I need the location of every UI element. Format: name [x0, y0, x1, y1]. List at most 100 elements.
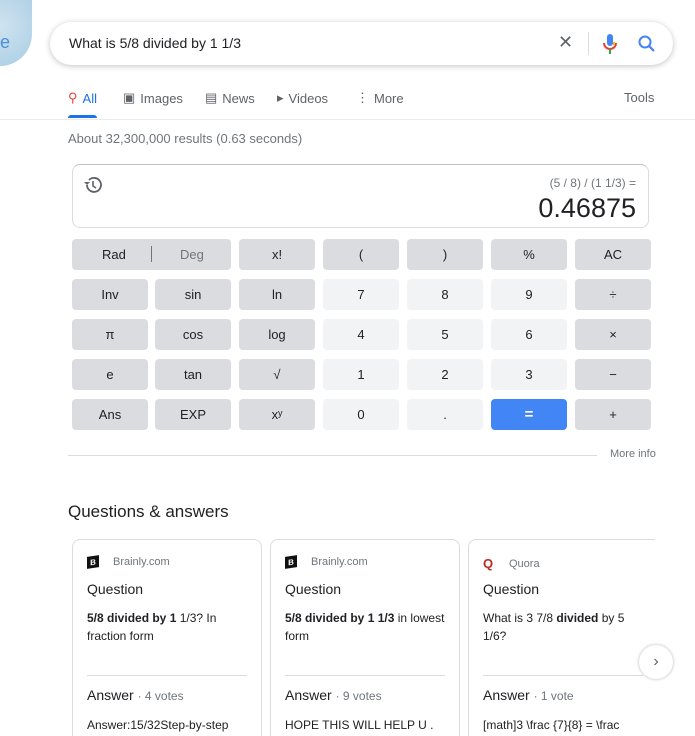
calc-key[interactable]: 2 — [407, 359, 483, 390]
search-icon: ⚲ — [68, 90, 78, 105]
calc-key[interactable]: = — [491, 399, 567, 430]
divider — [588, 32, 589, 55]
calc-key[interactable]: % — [491, 239, 567, 270]
calc-key[interactable]: AC — [575, 239, 651, 270]
search-tabs: ⚲ All ▣ Images ▤ News ▸ Videos ⋮ More Tools — [68, 90, 658, 120]
vote-count: · 4 votes — [137, 689, 184, 703]
section-title: Questions & answers — [68, 502, 229, 521]
source-name: Quora — [509, 557, 540, 570]
doodle-globe[interactable]: e — [0, 0, 32, 66]
question-text: 5/8 divided by 1 1/3? In fraction form — [87, 609, 247, 645]
calc-key[interactable]: EXP — [155, 399, 231, 430]
question-heading: Question — [285, 581, 342, 597]
question-heading: Question — [87, 581, 144, 597]
tab-images[interactable]: ▣ Images — [123, 90, 183, 106]
chevron-right-icon[interactable]: › — [639, 645, 673, 679]
divider — [87, 675, 247, 676]
calc-key[interactable]: 3 — [491, 359, 567, 390]
image-icon: ▣ — [123, 90, 136, 105]
calc-key[interactable]: ) — [407, 239, 483, 270]
vote-count: · 9 votes — [335, 689, 382, 703]
clear-icon[interactable]: ✕ — [558, 32, 573, 53]
quora-logo-icon: Q — [483, 556, 494, 571]
answer-heading: Answer · 4 votes — [87, 687, 184, 703]
calc-key[interactable]: √ — [239, 359, 315, 390]
deg-label[interactable]: Deg — [180, 247, 204, 262]
tab-videos[interactable]: ▸ Videos — [277, 90, 328, 106]
tab-more[interactable]: ⋮ More — [356, 90, 404, 106]
answer-text: Answer:15/32Step-by-step — [87, 718, 229, 732]
calc-key[interactable]: ln — [239, 279, 315, 310]
question-text-part: 5/8 divided by 1 1/3 — [285, 611, 395, 625]
divider — [285, 675, 445, 676]
divider — [151, 246, 152, 262]
calc-key[interactable]: cos — [155, 319, 231, 350]
brainly-logo-icon: B — [87, 555, 99, 569]
qa-card[interactable]: Q Quora Question What is 3 7/8 divided by… — [468, 539, 655, 736]
qa-card[interactable]: B Brainly.com Question 5/8 divided by 1 1… — [72, 539, 262, 736]
question-text: What is 3 7/8 divided by 5 1/6? — [483, 609, 643, 645]
microphone-icon[interactable] — [603, 34, 617, 54]
play-icon: ▸ — [277, 90, 284, 105]
calculator-display: (5 / 8) / (1 1/3) = 0.46875 — [72, 164, 649, 228]
calc-key[interactable]: tan — [155, 359, 231, 390]
calc-key[interactable]: Ans — [72, 399, 148, 430]
calc-key[interactable]: π — [72, 319, 148, 350]
calc-key[interactable]: Inv — [72, 279, 148, 310]
calc-key[interactable]: 6 — [491, 319, 567, 350]
rad-deg-toggle[interactable]: Rad Deg — [72, 239, 231, 270]
qa-card[interactable]: B Brainly.com Question 5/8 divided by 1 1… — [270, 539, 460, 736]
calc-key[interactable]: sin — [155, 279, 231, 310]
calculator-result: 0.46875 — [538, 193, 636, 223]
question-text-part: 5/8 divided by 1 — [87, 611, 177, 625]
calc-key[interactable]: x! — [239, 239, 315, 270]
calc-key[interactable]: 0 — [323, 399, 399, 430]
more-info-link[interactable]: More info — [610, 448, 656, 460]
calc-key[interactable]: ÷ — [575, 279, 651, 310]
news-icon: ▤ — [205, 90, 218, 105]
calc-key[interactable]: 9 — [491, 279, 567, 310]
doodle-letter: e — [0, 32, 11, 52]
calc-key[interactable]: 8 — [407, 279, 483, 310]
vote-count: · 1 vote — [533, 689, 574, 703]
search-box[interactable]: What is 5/8 divided by 1 1/3 ✕ — [50, 22, 673, 65]
calc-key[interactable]: 5 — [407, 319, 483, 350]
search-icon[interactable] — [638, 35, 655, 52]
source-name: Brainly.com — [113, 556, 170, 568]
source-name: Brainly.com — [311, 556, 368, 568]
divider — [68, 455, 597, 456]
dots-vertical-icon: ⋮ — [356, 90, 369, 105]
calc-key[interactable]: 4 — [323, 319, 399, 350]
calc-key[interactable]: 7 — [323, 279, 399, 310]
divider — [0, 119, 695, 120]
source: B Brainly.com — [87, 555, 170, 569]
rad-label[interactable]: Rad — [102, 247, 126, 262]
tools-button[interactable]: Tools — [624, 90, 654, 105]
calc-key[interactable]: 1 — [323, 359, 399, 390]
calc-key[interactable]: ( — [323, 239, 399, 270]
source: B Brainly.com — [285, 555, 368, 569]
result-stats: About 32,300,000 results (0.63 seconds) — [68, 131, 303, 146]
brainly-logo-icon: B — [285, 555, 297, 569]
calc-key[interactable]: e — [72, 359, 148, 390]
divider — [483, 675, 643, 676]
calc-key[interactable]: xʸ — [239, 399, 315, 430]
source: Q Quora — [483, 556, 540, 571]
question-text-part: divided — [556, 611, 599, 625]
calc-key[interactable]: × — [575, 319, 651, 350]
calc-key[interactable]: . — [407, 399, 483, 430]
search-input[interactable]: What is 5/8 divided by 1 1/3 — [69, 35, 241, 51]
answer-text: HOPE THIS WILL HELP U . — [285, 718, 434, 732]
calc-key[interactable]: log — [239, 319, 315, 350]
calc-key[interactable]: + — [575, 399, 651, 430]
question-text: 5/8 divided by 1 1/3 in lowest form — [285, 609, 445, 645]
answer-heading: Answer · 1 vote — [483, 687, 574, 703]
question-heading: Question — [483, 581, 540, 597]
answer-text: [math]3 \frac {7}{8} = \frac — [483, 718, 620, 732]
tab-news[interactable]: ▤ News — [205, 90, 255, 106]
answer-heading: Answer · 9 votes — [285, 687, 382, 703]
tab-all[interactable]: ⚲ All — [68, 90, 97, 118]
history-icon[interactable] — [83, 175, 103, 195]
question-text-part: What is 3 7/8 — [483, 611, 557, 625]
calc-key[interactable]: − — [575, 359, 651, 390]
